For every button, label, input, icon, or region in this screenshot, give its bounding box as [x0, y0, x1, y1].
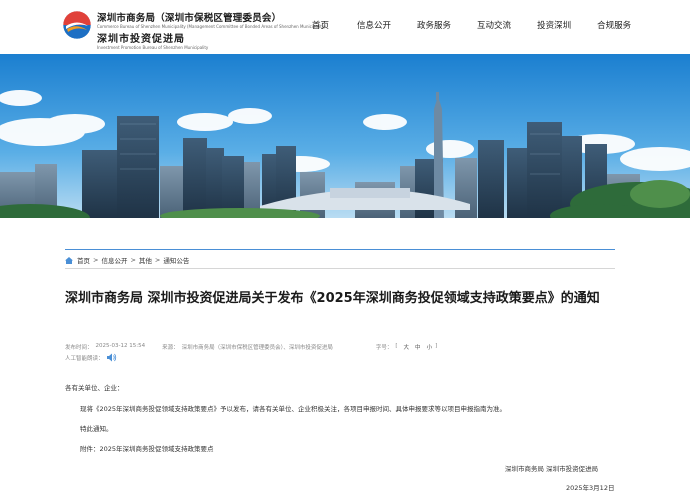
date: 2025年3月12日 — [566, 484, 615, 492]
font-size-bracket-close: ] — [435, 343, 438, 349]
publish-time-label: 发布时间： — [65, 345, 93, 351]
nav-interaction[interactable]: 互动交流 — [477, 19, 511, 31]
nav-home[interactable]: 首页 — [312, 19, 329, 31]
logo-icon[interactable] — [62, 10, 92, 40]
nav-invest-shenzhen[interactable]: 投资深圳 — [537, 19, 571, 31]
org-name[interactable]: 深圳市商务局（深圳市保税区管理委员会） Commerce Bureau of S… — [97, 10, 326, 50]
closing: 特此通知。 — [80, 425, 113, 433]
font-size-bracket-open: [ — [395, 343, 398, 349]
org-name-investment: 深圳市投资促进局 — [97, 34, 185, 45]
speaker-icon[interactable] — [106, 353, 117, 362]
attachment-link[interactable]: 附件：2025年深圳商务投促领域支持政策要点 — [80, 443, 214, 453]
publish-time: 2025-03-12 15:54 — [95, 343, 146, 349]
body-paragraph: 现将《2025年深圳商务投促领域支持政策要点》予以发布，请各有关单位、企业积极关… — [80, 405, 507, 413]
main-nav: 首页 信息公开 政务服务 互动交流 投资深圳 合规服务 — [300, 19, 657, 31]
org-name-commerce: 深圳市商务局（深圳市保税区管理委员会） — [97, 13, 282, 24]
site-header: 深圳市商务局（深圳市保税区管理委员会） Commerce Bureau of S… — [0, 0, 690, 54]
nav-compliance-services[interactable]: 合规服务 — [597, 19, 631, 31]
breadcrumb-separator: > — [154, 256, 161, 264]
breadcrumb-bar: 首页 > 信息公开 > 其他 > 通知公告 — [65, 249, 615, 269]
breadcrumb-notices[interactable]: 通知公告 — [163, 255, 189, 265]
source-label: 来源： — [162, 345, 179, 351]
breadcrumb-separator: > — [93, 256, 99, 264]
nav-info-disclosure[interactable]: 信息公开 — [357, 19, 391, 31]
font-size-medium-button[interactable]: 中 — [415, 343, 421, 351]
ai-reader: 人工智能朗读： — [65, 353, 117, 362]
breadcrumb: 首页 > 信息公开 > 其他 > 通知公告 — [65, 255, 189, 265]
signature: 深圳市商务局 深圳市投资促进局 — [505, 465, 599, 473]
org-name-investment-en: Investment Promotion Bureau of Shenzhen … — [97, 45, 209, 50]
breadcrumb-separator: > — [130, 256, 136, 264]
font-size-label: 字号： — [375, 345, 393, 351]
ai-reader-label: 人工智能朗读： — [65, 355, 104, 362]
breadcrumb-home[interactable]: 首页 — [77, 255, 90, 265]
breadcrumb-info-disclosure[interactable]: 信息公开 — [101, 255, 127, 265]
org-name-commerce-en: Commerce Bureau of Shenzhen Municipality… — [97, 24, 326, 29]
city-skyline-banner — [0, 54, 690, 218]
home-icon — [65, 256, 73, 264]
source: 深圳市商务局（深圳市保税区管理委员会）、深圳市投资促进局 — [181, 345, 333, 351]
salutation: 各有关单位、企业： — [65, 384, 124, 392]
breadcrumb-other[interactable]: 其他 — [139, 255, 152, 265]
article-title: 深圳市商务局 深圳市投资促进局关于发布《2025年深圳商务投促领域支持政策要点》… — [65, 291, 600, 306]
nav-government-services[interactable]: 政务服务 — [417, 19, 451, 31]
font-size-small-button[interactable]: 小 — [427, 343, 433, 351]
article-meta: 发布时间： 2025-03-12 15:54 来源： 深圳市商务局（深圳市保税区… — [65, 343, 440, 351]
font-size-large-button[interactable]: 大 — [404, 343, 410, 351]
